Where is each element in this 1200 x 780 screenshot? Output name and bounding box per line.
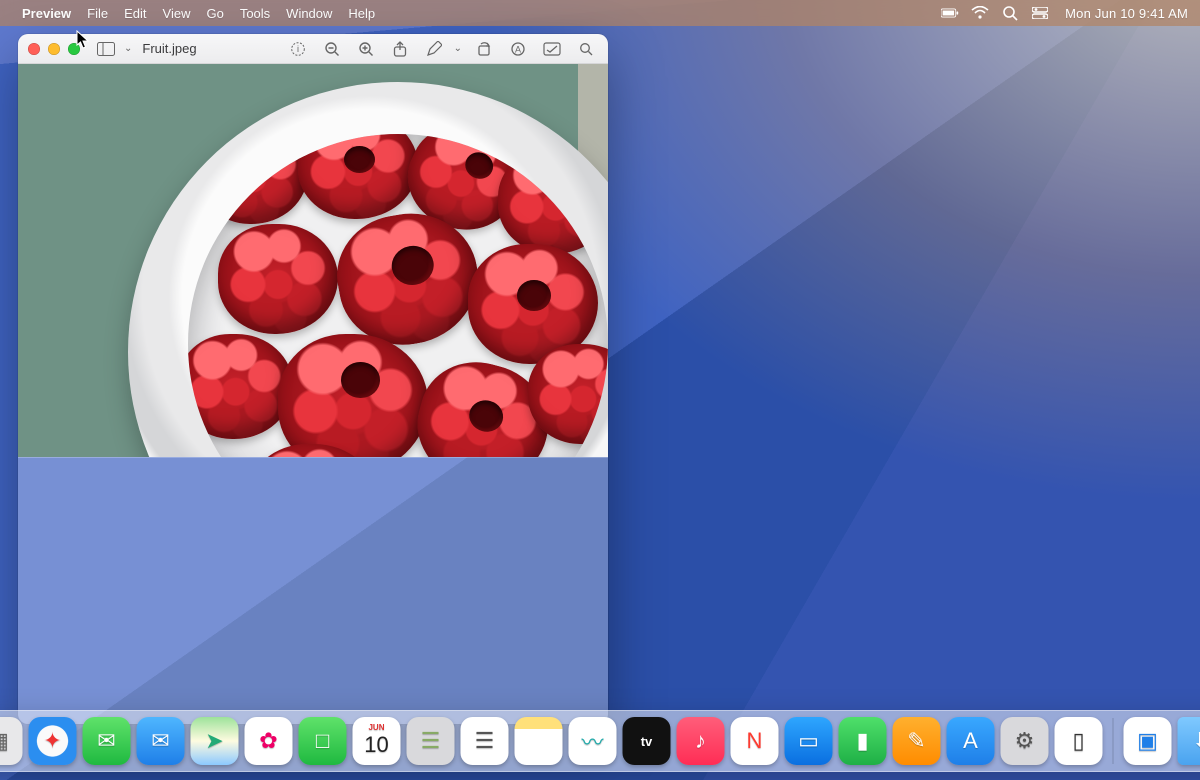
battery-icon[interactable] — [941, 4, 959, 22]
window-titlebar[interactable]: ⌄ Fruit.jpeg i ⌄ A — [18, 34, 608, 64]
dock-app-appstore[interactable]: A — [947, 717, 995, 765]
markup-icon[interactable] — [422, 38, 446, 60]
dock-app-messages[interactable]: ✉ — [83, 717, 131, 765]
dock-app-settings[interactable]: ⚙ — [1001, 717, 1049, 765]
dock-app-tv[interactable]: tv — [623, 717, 671, 765]
svg-text:A: A — [515, 44, 521, 54]
zoom-in-icon[interactable] — [354, 38, 378, 60]
markup-chevron-icon[interactable]: ⌄ — [454, 43, 462, 54]
menu-window[interactable]: Window — [286, 6, 332, 21]
calendar-day-label: 10 — [364, 732, 388, 758]
close-button[interactable] — [28, 43, 40, 55]
dock-app-safari[interactable]: ✦ — [29, 717, 77, 765]
form-fill-icon[interactable] — [540, 38, 564, 60]
menu-file[interactable]: File — [87, 6, 108, 21]
sidebar-toggle-icon[interactable] — [94, 38, 118, 60]
window-empty-pane — [18, 457, 608, 724]
menubar: Preview File Edit View Go Tools Window H… — [0, 0, 1200, 26]
wifi-icon[interactable] — [971, 4, 989, 22]
dock-app-notes[interactable] — [515, 717, 563, 765]
info-icon[interactable]: i — [286, 38, 310, 60]
dock-app-pages[interactable]: ✎ — [893, 717, 941, 765]
rotate-icon[interactable] — [472, 38, 496, 60]
dock-app-music[interactable]: ♪ — [677, 717, 725, 765]
dock-app-launchpad[interactable]: ▦ — [0, 717, 23, 765]
dock-app-calendar[interactable]: JUN10 — [353, 717, 401, 765]
highlight-icon[interactable]: A — [506, 38, 530, 60]
toolbar-search-icon[interactable] — [574, 38, 598, 60]
spotlight-search-icon[interactable] — [1001, 4, 1019, 22]
window-title: Fruit.jpeg — [142, 41, 196, 56]
menu-help[interactable]: Help — [348, 6, 375, 21]
dock-app-freeform[interactable]: 〰 — [569, 717, 617, 765]
sidebar-chevron-icon[interactable]: ⌄ — [124, 43, 132, 54]
menu-view[interactable]: View — [163, 6, 191, 21]
image-content[interactable] — [18, 64, 608, 457]
share-icon[interactable] — [388, 38, 412, 60]
dock-app-mail[interactable]: ✉ — [137, 717, 185, 765]
minimize-button[interactable] — [48, 43, 60, 55]
zoom-out-icon[interactable] — [320, 38, 344, 60]
menu-edit[interactable]: Edit — [124, 6, 146, 21]
calendar-month-label: JUN — [368, 723, 384, 732]
dock-app-maps[interactable]: ➤ — [191, 717, 239, 765]
menu-tools[interactable]: Tools — [240, 6, 270, 21]
menubar-clock[interactable]: Mon Jun 10 9:41 AM — [1065, 6, 1188, 21]
dock: ☺▦✦✉✉➤✿□JUN10☰☰〰tv♪N▭▮✎A⚙▯▣⬇🗑 — [0, 710, 1200, 772]
window-traffic-lights — [28, 43, 80, 55]
dock-app-reminders[interactable]: ☰ — [461, 717, 509, 765]
menu-go[interactable]: Go — [206, 6, 223, 21]
dock-app-preview-running[interactable]: ▣ — [1124, 717, 1172, 765]
active-app-name[interactable]: Preview — [22, 6, 71, 21]
dock-app-photos[interactable]: ✿ — [245, 717, 293, 765]
dock-separator — [1113, 718, 1114, 764]
svg-text:i: i — [297, 44, 299, 54]
dock-app-keynote[interactable]: ▭ — [785, 717, 833, 765]
dock-app-downloads-folder[interactable]: ⬇ — [1178, 717, 1200, 765]
dock-app-facetime[interactable]: □ — [299, 717, 347, 765]
dock-app-news[interactable]: N — [731, 717, 779, 765]
preview-window[interactable]: ⌄ Fruit.jpeg i ⌄ A — [18, 34, 608, 724]
zoom-button[interactable] — [68, 43, 80, 55]
dock-app-numbers[interactable]: ▮ — [839, 717, 887, 765]
dock-app-iphone-mirror[interactable]: ▯ — [1055, 717, 1103, 765]
dock-app-contacts[interactable]: ☰ — [407, 717, 455, 765]
control-center-icon[interactable] — [1031, 4, 1049, 22]
